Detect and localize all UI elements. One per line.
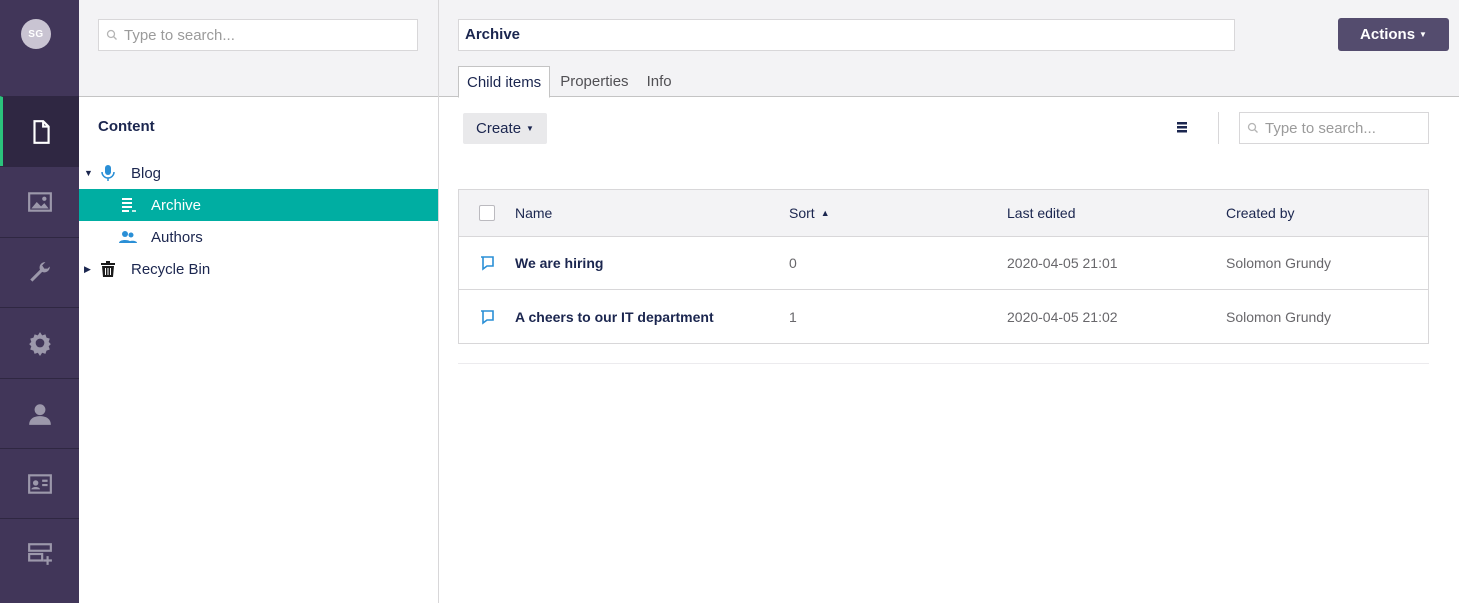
tab-info[interactable]: Info bbox=[639, 66, 680, 97]
avatar[interactable]: SG bbox=[21, 19, 51, 49]
tree-title: Content bbox=[98, 118, 155, 135]
content-item-icon bbox=[481, 309, 494, 325]
tree-item-archive[interactable]: Archive bbox=[79, 189, 438, 221]
tree-item-label: Archive bbox=[151, 196, 202, 214]
wrench-icon bbox=[29, 261, 50, 282]
table-row[interactable]: A cheers to our IT department 1 2020-04-… bbox=[459, 290, 1428, 343]
row-sort: 0 bbox=[789, 255, 797, 271]
id-card-icon bbox=[27, 473, 52, 494]
tree-item-label: Recycle Bin bbox=[131, 260, 211, 278]
section-settings[interactable] bbox=[0, 237, 79, 307]
create-button[interactable]: Create ▼ bbox=[463, 113, 547, 144]
list-search-input[interactable]: Type to search... bbox=[1239, 112, 1429, 144]
tree-item-label: Blog bbox=[131, 164, 162, 182]
gear-icon bbox=[28, 331, 51, 356]
trash-icon bbox=[99, 260, 117, 278]
table-header: Name Sort ▲ Last edited Created by bbox=[459, 190, 1428, 237]
select-all-checkbox[interactable] bbox=[479, 205, 495, 221]
editor-header: Archive Actions ▼ Child items Properties… bbox=[439, 0, 1459, 98]
document-icon bbox=[33, 119, 50, 144]
row-created-by: Solomon Grundy bbox=[1226, 308, 1332, 325]
actions-button[interactable]: Actions ▼ bbox=[1338, 18, 1449, 51]
content-item-icon bbox=[481, 256, 494, 271]
create-label: Create bbox=[476, 120, 522, 137]
toolbar-divider bbox=[1218, 112, 1219, 144]
tab-properties[interactable]: Properties bbox=[552, 66, 636, 97]
caret-down-icon[interactable]: ▼ bbox=[84, 168, 93, 178]
tree-item-blog[interactable]: ▼ Blog bbox=[79, 157, 438, 189]
caret-down-icon: ▼ bbox=[1419, 30, 1427, 39]
row-sort: 1 bbox=[789, 308, 797, 325]
row-created-by: Solomon Grundy bbox=[1226, 255, 1332, 271]
select-all-cell bbox=[479, 190, 495, 236]
caret-right-icon[interactable]: ▶ bbox=[84, 264, 91, 275]
tree-item-recycle-bin[interactable]: ▶ Recycle Bin bbox=[79, 253, 438, 285]
sort-ascending-icon: ▲ bbox=[820, 208, 830, 218]
search-icon bbox=[1247, 122, 1258, 133]
column-header-last-edited[interactable]: Last edited bbox=[1007, 190, 1076, 236]
editor-tabs: Child items Properties Info bbox=[458, 66, 682, 98]
section-members[interactable] bbox=[0, 448, 79, 518]
column-header-sort[interactable]: Sort ▲ bbox=[789, 190, 830, 236]
section-packages[interactable] bbox=[0, 307, 79, 377]
row-last-edited: 2020-04-05 21:01 bbox=[1007, 255, 1118, 271]
image-icon bbox=[27, 191, 52, 212]
form-add-icon bbox=[27, 542, 52, 565]
row-icon-cell bbox=[479, 290, 495, 343]
pagination-divider bbox=[458, 363, 1429, 364]
section-content[interactable] bbox=[0, 96, 79, 166]
column-header-name[interactable]: Name bbox=[515, 190, 552, 236]
tree-item-label: Authors bbox=[151, 228, 203, 246]
section-forms[interactable] bbox=[0, 518, 79, 588]
row-name[interactable]: A cheers to our IT department bbox=[515, 290, 714, 343]
search-icon bbox=[106, 29, 117, 40]
tree-search-placeholder: Type to search... bbox=[124, 26, 235, 44]
editor-panel: Archive Actions ▼ Child items Properties… bbox=[439, 0, 1459, 603]
child-items-table: Name Sort ▲ Last edited Created by We ar… bbox=[458, 189, 1429, 344]
users-icon bbox=[119, 228, 137, 246]
table-row[interactable]: We are hiring 0 2020-04-05 21:01 Solomon… bbox=[459, 237, 1428, 290]
list-search-placeholder: Type to search... bbox=[1265, 119, 1376, 137]
microphone-icon bbox=[99, 164, 117, 182]
node-name-input[interactable]: Archive bbox=[458, 19, 1235, 51]
caret-down-icon: ▼ bbox=[526, 124, 534, 133]
app-sections-rail: SG bbox=[0, 0, 79, 603]
list-layout-icon[interactable] bbox=[1174, 120, 1190, 136]
section-media[interactable] bbox=[0, 166, 79, 236]
actions-label: Actions bbox=[1360, 26, 1416, 43]
column-label: Sort bbox=[789, 205, 815, 221]
row-icon-cell bbox=[479, 237, 495, 289]
list-icon bbox=[119, 196, 137, 214]
tab-child-items[interactable]: Child items bbox=[458, 66, 551, 98]
tree-item-authors[interactable]: Authors bbox=[79, 221, 438, 253]
row-last-edited: 2020-04-05 21:02 bbox=[1007, 308, 1118, 325]
content-tree-panel: Type to search... Content ▼ Blog Archive… bbox=[79, 0, 439, 603]
section-users[interactable] bbox=[0, 378, 79, 448]
column-header-created-by[interactable]: Created by bbox=[1226, 190, 1294, 236]
row-name[interactable]: We are hiring bbox=[515, 237, 603, 289]
user-icon bbox=[28, 403, 51, 425]
tree-search-input[interactable]: Type to search... bbox=[98, 19, 418, 51]
tree-header: Type to search... bbox=[79, 0, 438, 97]
